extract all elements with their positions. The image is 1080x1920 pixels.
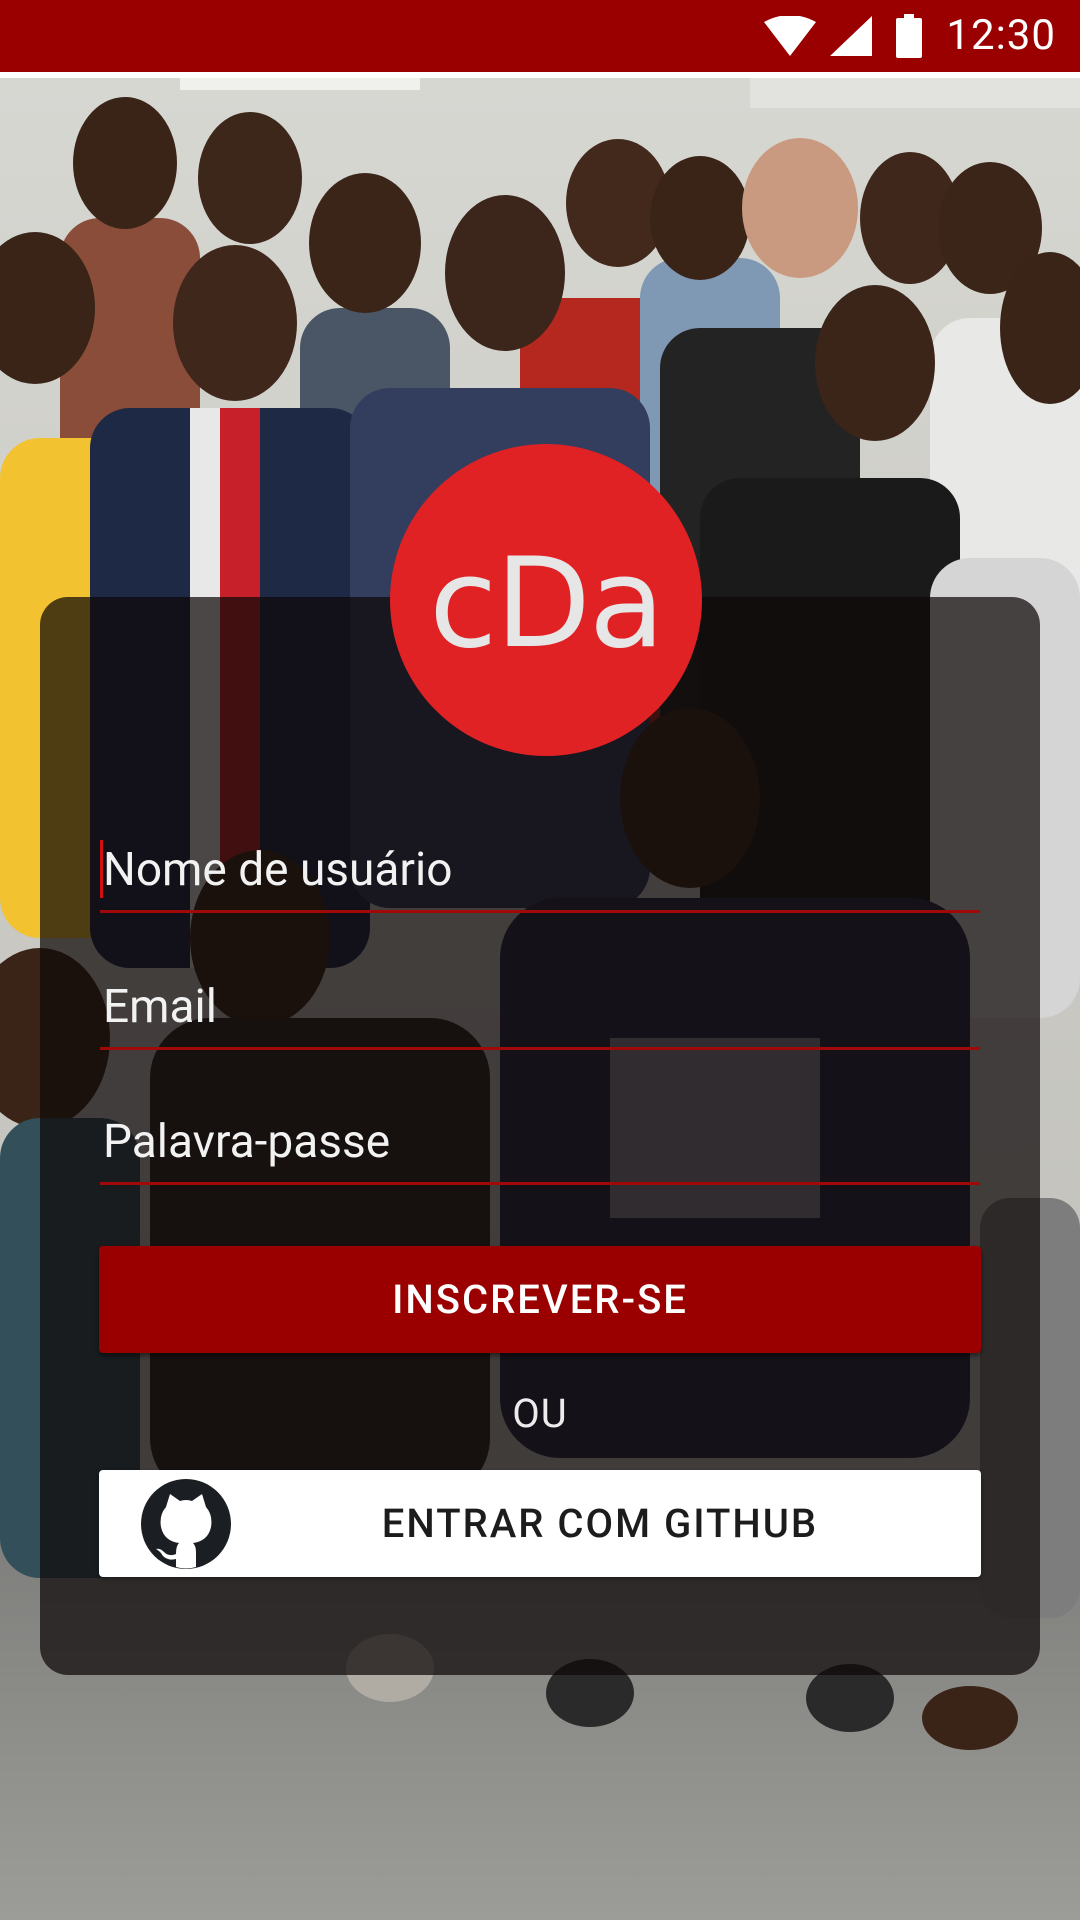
status-icons: 12:30 [764,0,1056,72]
signal-icon [830,16,873,56]
github-button-label: ENTRAR COM GITHUB [381,1500,819,1547]
username-input[interactable] [100,830,980,910]
battery-icon [896,14,923,58]
email-field [100,967,980,1050]
password-field [100,1102,980,1185]
password-input[interactable] [100,1102,980,1182]
logo-text: cDa [429,532,665,676]
username-field [100,830,980,913]
email-input[interactable] [100,967,980,1047]
wifi-icon [764,16,817,56]
github-login-button[interactable]: ENTRAR COM GITHUB [99,1470,981,1577]
status-bar: 12:30 [0,0,1080,78]
clock: 12:30 [946,11,1056,60]
signup-button[interactable]: INSCREVER-SE [99,1246,981,1353]
or-divider: OU [512,1390,568,1437]
app-logo: cDa [390,444,702,756]
signup-button-label: INSCREVER-SE [392,1276,688,1323]
